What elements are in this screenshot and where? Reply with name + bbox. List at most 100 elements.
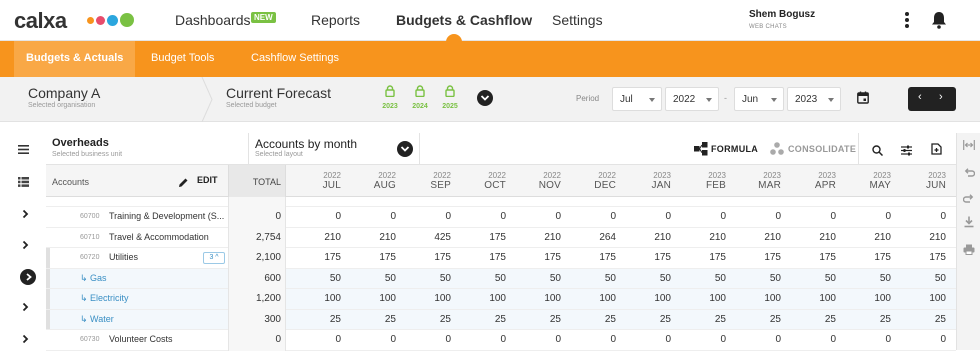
month-value-cell[interactable]: 100	[671, 293, 726, 304]
undo-icon[interactable]	[963, 165, 976, 183]
month-value-cell[interactable]: 0	[396, 211, 451, 222]
nav-settings[interactable]: Settings	[552, 12, 603, 28]
month-value-cell[interactable]: 50	[286, 273, 341, 284]
account-row[interactable]: 60700 Training & Development (S... 0 0 0 0 0 0 0…	[46, 207, 956, 228]
month-value-cell[interactable]: 25	[836, 314, 891, 325]
month-value-cell[interactable]: 25	[506, 314, 561, 325]
nav-budgets-cashflow[interactable]: Budgets & Cashflow	[396, 12, 532, 28]
month-value-cell[interactable]: 50	[671, 273, 726, 284]
month-value-cell[interactable]: 0	[671, 334, 726, 345]
month-value-cell[interactable]: 25	[726, 314, 781, 325]
month-value-cell[interactable]: 50	[506, 273, 561, 284]
month-value-cell[interactable]: 0	[781, 211, 836, 222]
month-value-cell[interactable]: 175	[451, 252, 506, 263]
lock-2023[interactable]: 2023	[379, 84, 401, 110]
month-value-cell[interactable]: 0	[451, 211, 506, 222]
month-value-cell[interactable]: 175	[286, 252, 341, 263]
month-value-cell[interactable]: 210	[341, 232, 396, 243]
month-value-cell[interactable]: 0	[451, 334, 506, 345]
month-value-cell[interactable]: 264	[561, 232, 616, 243]
sub-account-name[interactable]: ↳ Gas	[80, 273, 107, 284]
sub-account-name[interactable]: ↳ Electricity	[80, 293, 129, 304]
expand-row-icon[interactable]	[22, 237, 29, 255]
lock-2025[interactable]: 2025	[439, 84, 461, 110]
month-value-cell[interactable]: 175	[561, 252, 616, 263]
month-value-cell[interactable]: 175	[726, 252, 781, 263]
expand-row-icon[interactable]	[22, 331, 29, 349]
month-value-cell[interactable]: 50	[726, 273, 781, 284]
month-value-cell[interactable]: 0	[286, 334, 341, 345]
consolidate-button[interactable]: CONSOLIDATE	[788, 144, 856, 154]
search-icon[interactable]	[872, 143, 884, 161]
month-value-cell[interactable]: 425	[396, 232, 451, 243]
month-value-cell[interactable]: 210	[616, 232, 671, 243]
from-year-select[interactable]: 2022	[665, 87, 719, 111]
month-value-cell[interactable]: 50	[396, 273, 451, 284]
menu-icon[interactable]	[18, 141, 29, 159]
redo-icon[interactable]	[962, 191, 975, 209]
month-value-cell[interactable]: 100	[506, 293, 561, 304]
month-value-cell[interactable]: 25	[891, 314, 946, 325]
month-value-cell[interactable]: 25	[781, 314, 836, 325]
month-value-cell[interactable]: 175	[781, 252, 836, 263]
account-name[interactable]: Utilities	[109, 252, 138, 262]
month-value-cell[interactable]: 25	[396, 314, 451, 325]
month-value-cell[interactable]: 0	[286, 211, 341, 222]
month-value-cell[interactable]: 50	[781, 273, 836, 284]
account-row[interactable]: 60710 Travel & Accommodation 2,754 210 210 42…	[46, 227, 956, 248]
month-value-cell[interactable]: 25	[671, 314, 726, 325]
month-value-cell[interactable]: 100	[836, 293, 891, 304]
month-value-cell[interactable]: 0	[341, 334, 396, 345]
month-value-cell[interactable]: 175	[341, 252, 396, 263]
next-period-icon[interactable]: ›	[939, 91, 943, 103]
sub-account-row[interactable]: ↳ Gas 600 50 50 50 50 50 50 50 50 50 50 50 50	[46, 268, 956, 289]
subtab-budgets-actuals[interactable]: Budgets & Actuals	[14, 41, 136, 77]
nav-reports[interactable]: Reports	[311, 12, 360, 28]
fit-width-icon[interactable]	[963, 138, 975, 156]
month-value-cell[interactable]: 0	[396, 334, 451, 345]
month-value-cell[interactable]: 0	[726, 211, 781, 222]
month-value-cell[interactable]: 210	[506, 232, 561, 243]
month-value-cell[interactable]: 100	[451, 293, 506, 304]
month-value-cell[interactable]: 100	[616, 293, 671, 304]
to-month-select[interactable]: Jun	[734, 87, 784, 111]
month-value-cell[interactable]: 100	[891, 293, 946, 304]
month-value-cell[interactable]: 100	[286, 293, 341, 304]
month-value-cell[interactable]: 0	[781, 334, 836, 345]
layout-dropdown-chevron-icon[interactable]	[397, 141, 413, 157]
account-name[interactable]: Training & Development (S...	[109, 211, 224, 221]
month-value-cell[interactable]: 0	[891, 211, 946, 222]
month-value-cell[interactable]: 175	[891, 252, 946, 263]
month-value-cell[interactable]: 100	[561, 293, 616, 304]
month-value-cell[interactable]: 0	[506, 334, 561, 345]
consolidate-icon[interactable]	[770, 142, 784, 160]
expand-row-icon[interactable]	[22, 206, 29, 224]
export-icon[interactable]	[931, 142, 942, 160]
month-value-cell[interactable]: 25	[341, 314, 396, 325]
month-value-cell[interactable]: 50	[451, 273, 506, 284]
account-name[interactable]: Volunteer Costs	[109, 334, 173, 344]
expand-row-icon[interactable]	[22, 299, 29, 317]
month-value-cell[interactable]: 0	[506, 211, 561, 222]
month-value-cell[interactable]: 25	[286, 314, 341, 325]
formula-button[interactable]: FORMULA	[711, 144, 758, 154]
account-row[interactable]: 60730 Volunteer Costs 0 0 0 0 0 0 0 0 0 0 0 0 0	[46, 330, 956, 351]
sub-account-name[interactable]: ↳ Water	[80, 314, 114, 325]
month-value-cell[interactable]: 175	[396, 252, 451, 263]
month-value-cell[interactable]: 50	[836, 273, 891, 284]
user-name[interactable]: Shem Bogusz	[749, 9, 815, 20]
month-value-cell[interactable]: 210	[891, 232, 946, 243]
business-unit-name[interactable]: Overheads	[52, 137, 109, 149]
account-list-icon[interactable]	[18, 174, 29, 192]
month-value-cell[interactable]: 175	[671, 252, 726, 263]
month-value-cell[interactable]: 175	[506, 252, 561, 263]
month-value-cell[interactable]: 100	[396, 293, 451, 304]
filter-settings-icon[interactable]	[901, 143, 912, 161]
month-value-cell[interactable]: 210	[286, 232, 341, 243]
account-name[interactable]: Travel & Accommodation	[109, 232, 209, 242]
calendar-icon[interactable]	[857, 91, 869, 109]
sub-account-row[interactable]: ↳ Water 300 25 25 25 25 25 25 25 25 25 25 25 25	[46, 309, 956, 330]
edit-icon[interactable]	[178, 175, 189, 193]
month-value-cell[interactable]: 0	[616, 334, 671, 345]
print-icon[interactable]	[963, 242, 975, 260]
